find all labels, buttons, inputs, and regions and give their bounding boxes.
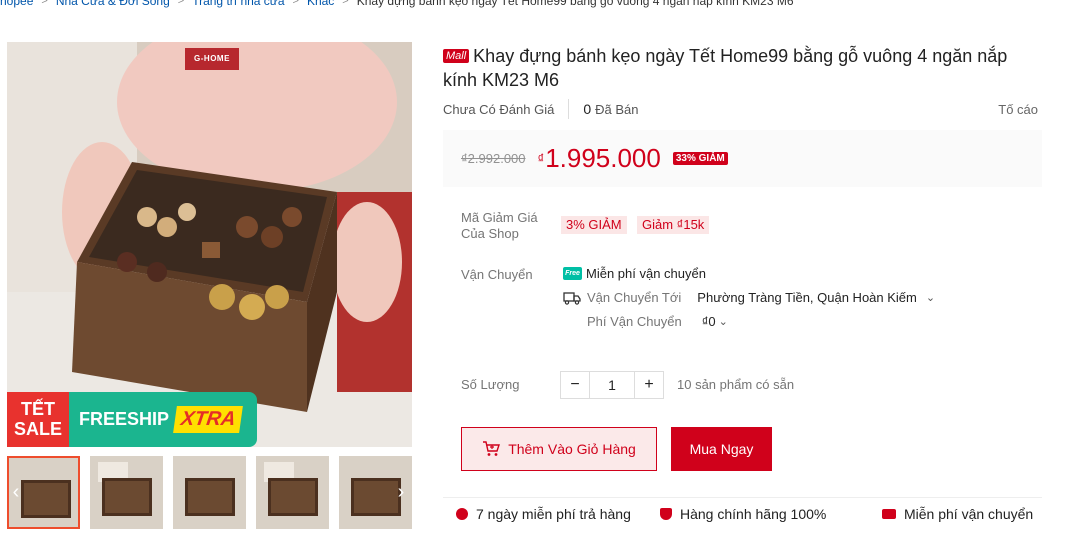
product-photo — [7, 42, 412, 447]
add-to-cart-button[interactable]: Thêm Vào Giỏ Hàng — [461, 427, 657, 471]
chevron-right-icon: > — [292, 0, 299, 7]
quantity-label: Số Lượng — [461, 377, 520, 392]
free-shipping-row: Free Miễn phí vận chuyển — [563, 266, 706, 281]
breadcrumb-item-category[interactable]: Nhà Cửa & Đời Sống — [56, 0, 170, 8]
quantity-input[interactable]: 1 — [589, 372, 635, 398]
xtra-text: XTRA — [173, 406, 244, 433]
quantity-increase-button[interactable]: + — [635, 372, 663, 398]
ship-to-row: Vận Chuyển Tới Phường Tràng Tiền, Quận H… — [563, 290, 935, 305]
shipping-fee-label: Phí Vận Chuyển — [587, 314, 682, 329]
chevron-down-icon[interactable]: ⌄ — [926, 291, 935, 304]
thumbnail-2[interactable] — [90, 456, 163, 529]
divider — [568, 99, 570, 119]
report-link[interactable]: Tố cáo — [998, 102, 1038, 117]
sold-label: Đã Bán — [595, 101, 639, 117]
mall-badge: Mall — [443, 49, 470, 63]
brand-logo: G-HOME — [185, 48, 239, 70]
thumbnail-4[interactable] — [256, 456, 329, 529]
product-title-text: Khay đựng bánh kẹo ngày Tết Home99 bằng … — [443, 46, 1008, 90]
currency-symbol: ₫ — [537, 151, 545, 166]
thumbnail-prev-icon[interactable]: ‹ — [7, 480, 25, 504]
free-shipping-text: Miễn phí vận chuyển — [586, 266, 706, 281]
thumbnail-strip — [7, 456, 412, 530]
chevron-right-icon: > — [342, 0, 349, 7]
guarantee-free-shipping-text: Miễn phí vận chuyển — [904, 506, 1034, 522]
quantity-decrease-button[interactable]: − — [561, 372, 589, 398]
product-main-image[interactable]: G-HOME TẾT SALE FREESHIP XTRA — [7, 42, 412, 447]
voucher-label: Mã Giảm Giá Của Shop — [461, 210, 538, 241]
rating-status[interactable]: Chưa Có Đánh Giá — [443, 102, 554, 117]
chevron-down-icon[interactable]: ⌄ — [719, 315, 728, 328]
truck-icon — [882, 509, 896, 519]
freeship-label: FREESHIP XTRA — [69, 392, 257, 447]
chevron-right-icon: > — [41, 0, 48, 7]
shipping-label: Vận Chuyển — [461, 267, 533, 282]
stock-available: 10 sản phẩm có sẵn — [677, 377, 795, 392]
shipping-fee-value[interactable]: ₫0 — [702, 314, 716, 329]
breadcrumb-item-current: Khay đựng bánh kẹo ngày Tết Home99 bằng … — [356, 0, 794, 8]
cart-icon — [483, 441, 501, 456]
rating-row: Chưa Có Đánh Giá 0 Đã Bán Tố cáo — [443, 99, 1038, 119]
return-icon — [456, 508, 468, 520]
breadcrumb-item-home[interactable]: hopee — [0, 0, 33, 8]
breadcrumb-item-subcategory[interactable]: Trang trí nhà cửa — [192, 0, 284, 8]
thumbnail-3[interactable] — [173, 456, 246, 529]
original-price: ₫2.992.000 — [461, 151, 526, 166]
product-title: Mall Khay đựng bánh kẹo ngày Tết Home99 b… — [443, 44, 1043, 92]
guarantee-free-shipping[interactable]: Miễn phí vận chuyển — [882, 506, 1033, 522]
guarantee-return[interactable]: 7 ngày miễn phí trả hàng — [456, 506, 631, 522]
freeship-text: FREESHIP — [79, 409, 170, 429]
ship-to-location[interactable]: Phường Tràng Tiền, Quận Hoàn Kiếm — [697, 290, 917, 305]
add-to-cart-label: Thêm Vào Giỏ Hàng — [508, 441, 636, 457]
thumbnail-next-icon[interactable]: › — [392, 480, 410, 504]
sold-count: 0 — [583, 101, 592, 117]
breadcrumb-item-other[interactable]: Khác — [307, 0, 334, 8]
breadcrumb: hopee > Nhà Cửa & Đời Sống > Trang trí n… — [0, 0, 794, 8]
free-ship-icon: Free — [563, 267, 582, 280]
truck-icon — [563, 291, 581, 305]
discount-badge: 33% GIẢM — [672, 152, 728, 165]
quantity-stepper: − 1 + — [560, 371, 664, 399]
voucher-chip-1[interactable]: 3% GIẢM — [561, 216, 627, 234]
guarantee-authentic[interactable]: Hàng chính hãng 100% — [660, 506, 826, 522]
tet-sale-label: TẾT SALE — [7, 392, 69, 447]
chevron-right-icon: > — [177, 0, 185, 7]
divider — [443, 497, 1042, 498]
guarantee-return-text: 7 ngày miễn phí trả hàng — [476, 506, 631, 522]
promo-banner: TẾT SALE FREESHIP XTRA — [7, 392, 257, 447]
shipping-fee-row: Phí Vận Chuyển ₫0 ⌄ — [587, 314, 728, 329]
voucher-chip-2[interactable]: Giảm ₫15k — [637, 216, 710, 234]
buy-now-button[interactable]: Mua Ngay — [671, 427, 772, 471]
shield-icon — [660, 508, 672, 520]
guarantee-authentic-text: Hàng chính hãng 100% — [680, 506, 827, 522]
current-price: 1.995.000 — [545, 143, 661, 173]
price-box: ₫2.992.000 ₫ 1.995.000 33% GIẢM — [443, 130, 1042, 187]
ship-to-label: Vận Chuyển Tới — [587, 290, 682, 305]
